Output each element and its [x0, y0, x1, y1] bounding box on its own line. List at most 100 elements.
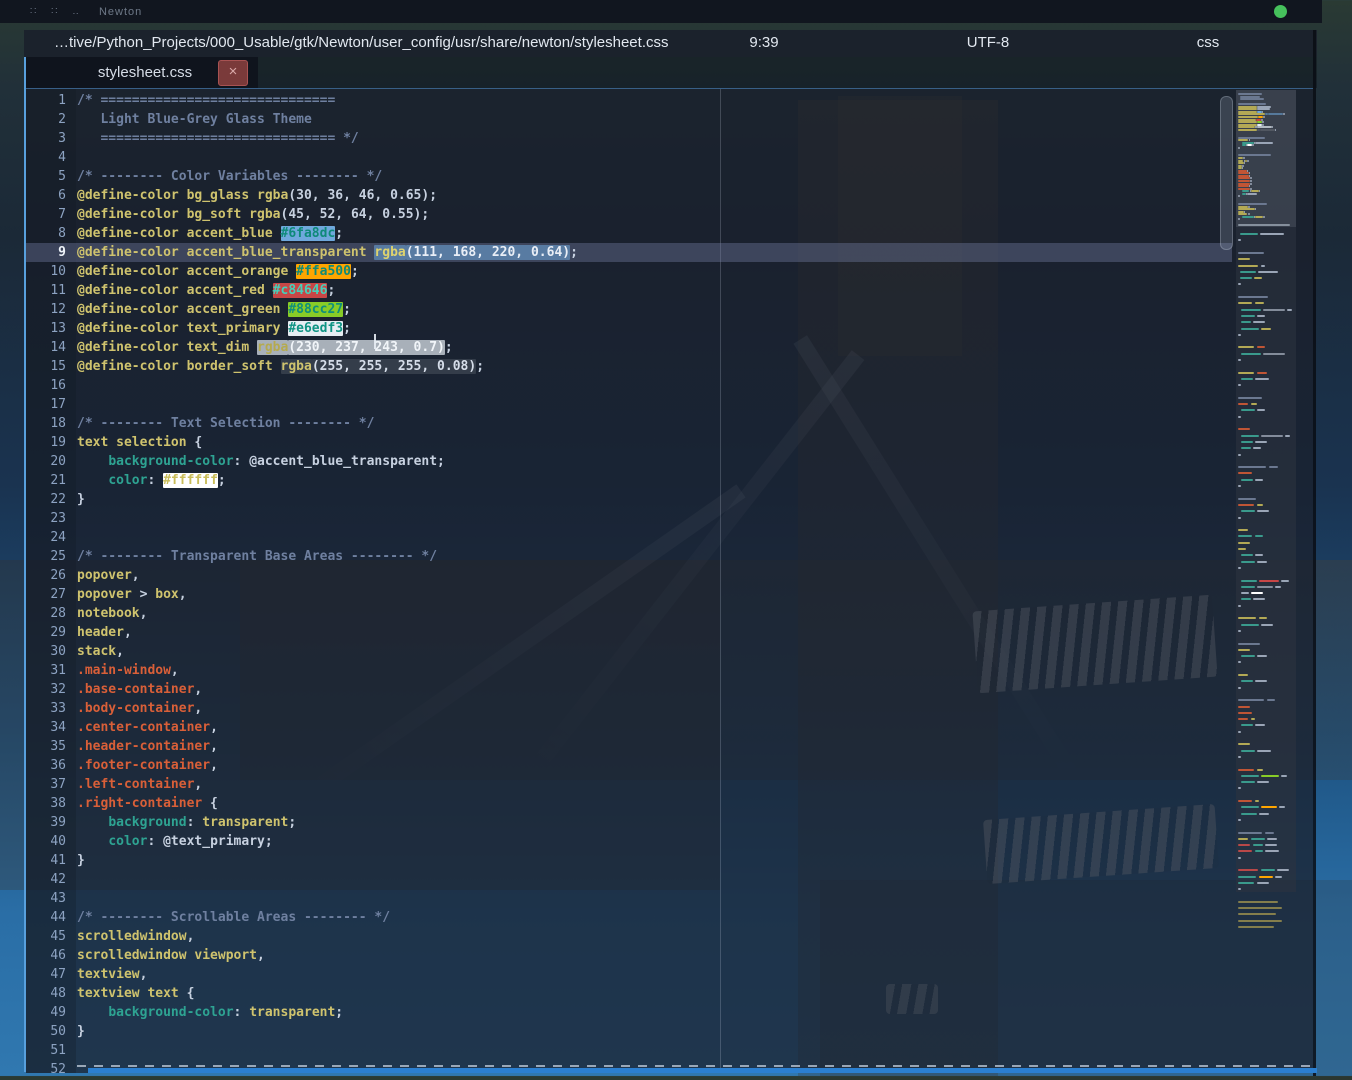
code-line[interactable]: 6@define-color bg_glass rgba(30, 36, 46,…: [26, 186, 1232, 205]
code-line[interactable]: 12@define-color accent_green #88cc27;: [26, 300, 1232, 319]
code-line[interactable]: 31.main-window,: [26, 661, 1232, 680]
minimap-line: [1238, 208, 1255, 210]
code-line[interactable]: 18/* -------- Text Selection -------- */: [26, 414, 1232, 433]
encoding-indicator[interactable]: UTF-8: [942, 34, 1034, 51]
minimap-line: [1257, 781, 1269, 783]
minimap-line: [1251, 190, 1259, 192]
code-line[interactable]: 42: [26, 870, 1232, 889]
code-line[interactable]: 3 ============================== */: [26, 129, 1232, 148]
code-line[interactable]: 20 background-color: @accent_blue_transp…: [26, 452, 1232, 471]
line-number: 40: [26, 832, 77, 851]
code-text: @define-color accent_blue_transparent rg…: [77, 243, 1232, 262]
vertical-scrollbar-thumb[interactable]: [1220, 96, 1233, 250]
code-line[interactable]: 33.body-container,: [26, 699, 1232, 718]
horizontal-scrollbar[interactable]: [88, 1068, 1317, 1073]
code-line[interactable]: 24: [26, 528, 1232, 547]
minimap-line: [1275, 129, 1277, 131]
code-line[interactable]: 38.right-container {: [26, 794, 1232, 813]
code-line[interactable]: 2 Light Blue-Grey Glass Theme: [26, 110, 1232, 129]
minimap-line: [1255, 554, 1263, 556]
minimap-line: [1238, 888, 1241, 890]
code-line[interactable]: 1/* ==============================: [26, 91, 1232, 110]
minimap-line: [1238, 706, 1250, 708]
code-text: @define-color accent_green #88cc27;: [77, 300, 1232, 319]
code-line[interactable]: 5/* -------- Color Variables -------- */: [26, 167, 1232, 186]
minimap-line: [1241, 580, 1257, 582]
code-editor[interactable]: 1/* ==============================2 Ligh…: [26, 88, 1313, 1073]
code-line[interactable]: 43: [26, 889, 1232, 908]
code-text: [77, 889, 1232, 908]
code-line[interactable]: 21 color: #ffffff;: [26, 471, 1232, 490]
code-line[interactable]: 36.footer-container,: [26, 756, 1232, 775]
code-line[interactable]: 49 background-color: transparent;: [26, 1003, 1232, 1022]
code-line[interactable]: 17: [26, 395, 1232, 414]
window-status-button[interactable]: [1274, 5, 1287, 18]
code-line[interactable]: 8@define-color accent_blue #6fa8dc;: [26, 224, 1232, 243]
code-line[interactable]: 4: [26, 148, 1232, 167]
tab-stylesheet-css[interactable]: stylesheet.css ×: [26, 57, 258, 88]
minimap-line: [1238, 466, 1266, 468]
code-line[interactable]: 47textview,: [26, 965, 1232, 984]
code-line[interactable]: 27popover > box,: [26, 585, 1232, 604]
code-line[interactable]: 35.header-container,: [26, 737, 1232, 756]
code-text: @define-color accent_blue #6fa8dc;: [77, 224, 1232, 243]
minimap-line: [1255, 479, 1263, 481]
code-line[interactable]: 48textview text {: [26, 984, 1232, 1003]
code-line[interactable]: 15@define-color border_soft rgba(255, 25…: [26, 357, 1232, 376]
language-indicator[interactable]: css: [1162, 34, 1254, 51]
code-text: @define-color bg_soft rgba(45, 52, 64, 0…: [77, 205, 1232, 224]
code-line[interactable]: 37.left-container,: [26, 775, 1232, 794]
file-path: …tive/Python_Projects/000_Usable/gtk/New…: [54, 34, 669, 51]
code-text: text selection {: [77, 433, 1232, 452]
minimap[interactable]: [1236, 90, 1296, 892]
code-line[interactable]: 51: [26, 1041, 1232, 1060]
code-line[interactable]: 39 background: transparent;: [26, 813, 1232, 832]
minimap-line: [1251, 838, 1265, 840]
code-line[interactable]: 11@define-color accent_red #c84646;: [26, 281, 1232, 300]
minimap-line: [1240, 98, 1264, 100]
minimap-line: [1238, 139, 1248, 141]
code-line[interactable]: 14@define-color text_dim rgba(230, 237, …: [26, 338, 1232, 357]
minimap-line: [1281, 775, 1287, 777]
minimap-line: [1238, 185, 1249, 187]
minimap-line: [1238, 203, 1267, 205]
code-line[interactable]: 32.base-container,: [26, 680, 1232, 699]
code-line[interactable]: 7@define-color bg_soft rgba(45, 52, 64, …: [26, 205, 1232, 224]
code-line[interactable]: 22}: [26, 490, 1232, 509]
code-text: .footer-container,: [77, 756, 1232, 775]
code-line[interactable]: 9@define-color accent_blue_transparent r…: [26, 243, 1232, 262]
minimap-line: [1238, 403, 1248, 405]
code-text: @define-color bg_glass rgba(30, 36, 46, …: [77, 186, 1232, 205]
code-line[interactable]: 26popover,: [26, 566, 1232, 585]
minimap-line: [1238, 661, 1241, 663]
code-lines[interactable]: 1/* ==============================2 Ligh…: [26, 91, 1232, 1073]
code-line[interactable]: 10@define-color accent_orange #ffa500;: [26, 262, 1232, 281]
minimap-line: [1263, 216, 1265, 218]
code-line[interactable]: 23: [26, 509, 1232, 528]
minimap-line: [1241, 586, 1255, 588]
code-line[interactable]: 19text selection {: [26, 433, 1232, 452]
code-line[interactable]: 13@define-color text_primary #e6edf3;: [26, 319, 1232, 338]
code-line[interactable]: 28notebook,: [26, 604, 1232, 623]
minimap-line: [1238, 731, 1241, 733]
code-line[interactable]: 34.center-container,: [26, 718, 1232, 737]
code-line[interactable]: 45scrolledwindow,: [26, 927, 1232, 946]
minimap-line: [1238, 252, 1264, 254]
line-number: 14: [26, 338, 77, 357]
minimap-line: [1255, 216, 1263, 218]
code-line[interactable]: 40 color: @text_primary;: [26, 832, 1232, 851]
code-line[interactable]: 30stack,: [26, 642, 1232, 661]
code-line[interactable]: 50}: [26, 1022, 1232, 1041]
tab-close-icon[interactable]: ×: [218, 60, 248, 86]
code-line[interactable]: 41}: [26, 851, 1232, 870]
code-line[interactable]: 29header,: [26, 623, 1232, 642]
title-bar[interactable]: ∷ ∷ ‥ Newton: [0, 0, 1322, 23]
minimap-line: [1238, 548, 1246, 550]
minimap-line: [1238, 359, 1241, 361]
code-line[interactable]: 16: [26, 376, 1232, 395]
code-line[interactable]: 25/* -------- Transparent Base Areas ---…: [26, 547, 1232, 566]
minimap-line: [1241, 724, 1253, 726]
minimap-line: [1238, 239, 1241, 241]
code-line[interactable]: 46scrolledwindow viewport,: [26, 946, 1232, 965]
code-line[interactable]: 44/* -------- Scrollable Areas -------- …: [26, 908, 1232, 927]
